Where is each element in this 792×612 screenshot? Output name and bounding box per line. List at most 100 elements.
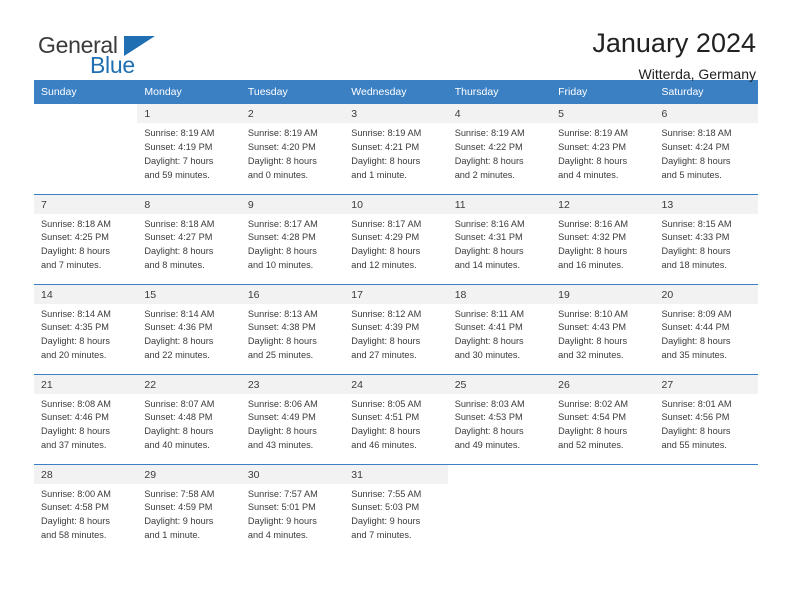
calendar-day-cell[interactable]: 12 Sunrise: 8:16 AM Sunset: 4:32 PM Dayligh… (551, 193, 655, 284)
day-number: 16 (240, 284, 345, 304)
calendar-day-cell[interactable]: 6 Sunrise: 8:18 AM Sunset: 4:24 PM Daylight… (654, 104, 758, 194)
day-number: 12 (551, 194, 655, 214)
day-details: Sunrise: 8:01 AM Sunset: 4:56 PM Daylight:… (655, 394, 758, 454)
daylight-text-line1: Daylight: 8 hours (351, 336, 421, 347)
calendar-day-cell[interactable]: 8 Sunrise: 8:18 AM Sunset: 4:27 PM Daylight… (137, 193, 241, 284)
general-blue-logo: General Blue (34, 28, 184, 80)
daylight-text-line2: and 5 minutes. (661, 169, 722, 180)
sunset-text: Sunset: 4:48 PM (144, 412, 213, 423)
calendar-day-cell[interactable]: 17 Sunrise: 8:12 AM Sunset: 4:39 PM Dayligh… (344, 283, 448, 374)
calendar-day-cell[interactable]: 11 Sunrise: 8:16 AM Sunset: 4:31 PM Dayligh… (447, 193, 552, 284)
day-number: 8 (137, 194, 241, 214)
day-details: Sunrise: 8:09 AM Sunset: 4:44 PM Daylight:… (655, 304, 758, 364)
sunrise-text: Sunrise: 8:11 AM (454, 308, 524, 319)
calendar-day-cell[interactable]: 25 Sunrise: 8:03 AM Sunset: 4:53 PM Dayligh… (447, 373, 552, 464)
day-details: Sunrise: 8:00 AM Sunset: 4:58 PM Daylight:… (34, 484, 137, 544)
daylight-text-line1: Daylight: 8 hours (558, 336, 628, 347)
daylight-text-line2: and 7 minutes. (41, 260, 102, 271)
sunset-text: Sunset: 4:39 PM (351, 322, 420, 333)
sunrise-text: Sunrise: 8:15 AM (661, 218, 732, 229)
calendar-day-cell[interactable]: 13 Sunrise: 8:15 AM Sunset: 4:33 PM Dayligh… (654, 193, 758, 284)
calendar-day-cell[interactable]: 5 Sunrise: 8:19 AM Sunset: 4:23 PM Daylight… (551, 104, 655, 194)
sunset-text: Sunset: 4:32 PM (558, 232, 627, 243)
daylight-text-line1: Daylight: 9 hours (351, 516, 421, 527)
calendar-day-cell[interactable]: 14 Sunrise: 8:14 AM Sunset: 4:35 PM Dayligh… (34, 283, 138, 374)
day-details: Sunrise: 8:12 AM Sunset: 4:39 PM Daylight:… (344, 304, 447, 364)
day-number (654, 464, 758, 484)
sunrise-text: Sunrise: 8:17 AM (247, 218, 318, 229)
day-details: Sunrise: 8:19 AM Sunset: 4:22 PM Daylight:… (448, 123, 551, 183)
calendar-day-cell[interactable]: 26 Sunrise: 8:02 AM Sunset: 4:54 PM Dayligh… (551, 373, 655, 464)
calendar-day-cell[interactable]: 21 Sunrise: 8:08 AM Sunset: 4:46 PM Dayligh… (34, 373, 138, 464)
day-details: Sunrise: 8:14 AM Sunset: 4:35 PM Daylight:… (34, 304, 137, 364)
day-number: 3 (344, 104, 448, 123)
calendar-day-cell[interactable]: 22 Sunrise: 8:07 AM Sunset: 4:48 PM Dayligh… (137, 373, 241, 464)
calendar-table: Sunday Monday Tuesday Wednesday Thursday… (34, 80, 758, 554)
day-details: Sunrise: 8:19 AM Sunset: 4:19 PM Daylight:… (137, 123, 240, 183)
sunset-text: Sunset: 4:20 PM (247, 141, 316, 152)
daylight-text-line2: and 0 minutes. (247, 169, 309, 180)
sunset-text: Sunset: 4:38 PM (247, 322, 316, 333)
calendar-empty-cell (654, 463, 758, 554)
sunset-text: Sunset: 4:23 PM (558, 141, 627, 152)
calendar-day-cell[interactable]: 20 Sunrise: 8:09 AM Sunset: 4:44 PM Dayligh… (654, 283, 758, 374)
page-title: January 2024 (592, 28, 756, 58)
daylight-text-line2: and 22 minutes. (144, 350, 210, 361)
day-number: 29 (137, 464, 241, 484)
day-details: Sunrise: 8:19 AM Sunset: 4:23 PM Daylight:… (551, 123, 654, 183)
day-details: Sunrise: 8:08 AM Sunset: 4:46 PM Daylight:… (34, 394, 137, 454)
calendar-day-cell[interactable]: 10 Sunrise: 8:17 AM Sunset: 4:29 PM Dayligh… (344, 193, 448, 284)
daylight-text-line1: Daylight: 8 hours (41, 516, 110, 527)
calendar-day-cell[interactable]: 30 Sunrise: 7:57 AM Sunset: 5:01 PM Dayligh… (240, 463, 345, 554)
calendar-day-cell[interactable]: 2 Sunrise: 8:19 AM Sunset: 4:20 PM Daylight… (240, 104, 345, 194)
sunset-text: Sunset: 4:25 PM (41, 232, 109, 243)
daylight-text-line2: and 4 minutes. (558, 169, 619, 180)
daylight-text-line1: Daylight: 8 hours (144, 246, 214, 257)
day-number (34, 104, 138, 123)
calendar-week-row: 21 Sunrise: 8:08 AM Sunset: 4:46 PM Dayligh… (34, 373, 758, 464)
day-details: Sunrise: 7:58 AM Sunset: 4:59 PM Daylight:… (137, 484, 240, 544)
daylight-text-line2: and 14 minutes. (454, 260, 521, 271)
calendar-day-cell[interactable]: 9 Sunrise: 8:17 AM Sunset: 4:28 PM Daylight… (240, 193, 345, 284)
calendar-week-row: 14 Sunrise: 8:14 AM Sunset: 4:35 PM Dayligh… (34, 283, 758, 374)
calendar-day-cell[interactable]: 31 Sunrise: 7:55 AM Sunset: 5:03 PM Dayligh… (344, 463, 448, 554)
calendar-day-cell[interactable]: 19 Sunrise: 8:10 AM Sunset: 4:43 PM Dayligh… (551, 283, 655, 374)
daylight-text-line1: Daylight: 8 hours (247, 155, 317, 166)
calendar-day-cell[interactable]: 28 Sunrise: 8:00 AM Sunset: 4:58 PM Dayligh… (34, 463, 138, 554)
daylight-text-line1: Daylight: 9 hours (144, 516, 214, 527)
title-block: January 2024 Witterda, Germany (592, 28, 758, 82)
sunset-text: Sunset: 4:24 PM (661, 141, 730, 152)
sunrise-text: Sunrise: 8:02 AM (558, 398, 629, 409)
calendar-day-cell[interactable]: 16 Sunrise: 8:13 AM Sunset: 4:38 PM Dayligh… (240, 283, 345, 374)
sunset-text: Sunset: 5:03 PM (351, 502, 420, 513)
sunrise-text: Sunrise: 8:19 AM (454, 128, 525, 138)
daylight-text-line1: Daylight: 8 hours (661, 246, 731, 257)
day-number: 18 (447, 284, 552, 304)
day-details: Sunrise: 8:18 AM Sunset: 4:27 PM Daylight:… (137, 214, 240, 274)
sunrise-text: Sunrise: 8:17 AM (351, 218, 422, 229)
daylight-text-line2: and 12 minutes. (351, 260, 417, 271)
calendar-day-cell[interactable]: 15 Sunrise: 8:14 AM Sunset: 4:36 PM Dayligh… (137, 283, 241, 374)
day-number: 30 (240, 464, 345, 484)
sunset-text: Sunset: 4:28 PM (247, 232, 316, 243)
sunset-text: Sunset: 4:29 PM (351, 232, 420, 243)
day-details: Sunrise: 8:14 AM Sunset: 4:36 PM Daylight:… (137, 304, 240, 364)
day-number: 14 (34, 284, 138, 304)
sunset-text: Sunset: 4:56 PM (661, 412, 730, 423)
day-number: 31 (344, 464, 448, 484)
day-number: 17 (344, 284, 448, 304)
daylight-text-line2: and 46 minutes. (351, 440, 417, 451)
day-number: 13 (654, 194, 758, 214)
calendar-day-cell[interactable]: 4 Sunrise: 8:19 AM Sunset: 4:22 PM Daylight… (447, 104, 552, 194)
calendar-day-cell[interactable]: 1 Sunrise: 8:19 AM Sunset: 4:19 PM Daylight… (137, 104, 241, 194)
daylight-text-line2: and 49 minutes. (454, 440, 521, 451)
calendar-day-cell[interactable]: 29 Sunrise: 7:58 AM Sunset: 4:59 PM Dayligh… (137, 463, 241, 554)
calendar-day-cell[interactable]: 7 Sunrise: 8:18 AM Sunset: 4:25 PM Daylight… (34, 193, 138, 284)
calendar-day-cell[interactable]: 18 Sunrise: 8:11 AM Sunset: 4:41 PM Dayligh… (447, 283, 552, 374)
calendar-day-cell[interactable]: 23 Sunrise: 8:06 AM Sunset: 4:49 PM Dayligh… (240, 373, 345, 464)
weekday-header-monday: Monday (137, 80, 241, 104)
sunrise-text: Sunrise: 8:12 AM (351, 308, 422, 319)
calendar-day-cell[interactable]: 24 Sunrise: 8:05 AM Sunset: 4:51 PM Dayligh… (344, 373, 448, 464)
calendar-day-cell[interactable]: 3 Sunrise: 8:19 AM Sunset: 4:21 PM Daylight… (344, 104, 448, 194)
calendar-day-cell[interactable]: 27 Sunrise: 8:01 AM Sunset: 4:56 PM Dayligh… (654, 373, 758, 464)
